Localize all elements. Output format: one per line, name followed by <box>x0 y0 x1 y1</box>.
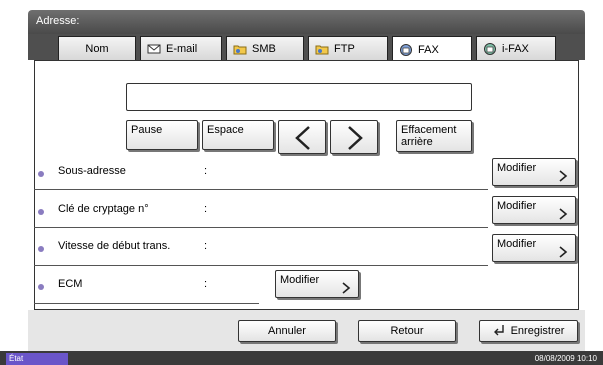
chevron-right-icon <box>343 125 367 154</box>
back-label: Retour <box>390 325 424 337</box>
ecm-colon: : <box>204 278 208 290</box>
tab-nom-label: Nom <box>85 42 109 55</box>
status-label[interactable]: État <box>6 353 68 365</box>
encryption-key-label: Clé de cryptage n° <box>58 203 149 215</box>
ecm-label: ECM <box>58 278 83 290</box>
cursor-left-button[interactable] <box>278 120 326 154</box>
tab-smb[interactable]: SMB <box>226 36 304 60</box>
tab-email[interactable]: E-mail <box>140 36 222 60</box>
ifax-icon <box>483 42 497 56</box>
status-bar <box>0 351 603 365</box>
tab-ftp[interactable]: FTP <box>308 36 388 60</box>
backspace-button[interactable]: Effacement arrière <box>396 120 472 152</box>
chevron-right-icon <box>557 170 569 182</box>
modify-label: Modifier <box>497 162 537 174</box>
tab-email-label: E-mail <box>166 42 198 55</box>
save-button[interactable]: Enregistrer <box>479 320 578 342</box>
row-bullet <box>38 209 44 215</box>
modify-label: Modifier <box>497 200 537 212</box>
fax-address-screen: Adresse: Nom E-mail SMB FTP FAX i-FAX Pa… <box>0 0 603 365</box>
encryption-key-colon: : <box>204 203 208 215</box>
subaddress-modify-button[interactable]: Modifier <box>492 158 576 186</box>
cancel-button[interactable]: Annuler <box>238 320 336 342</box>
row-divider <box>34 189 488 190</box>
row-bullet <box>38 246 44 252</box>
space-button[interactable]: Espace <box>202 120 274 150</box>
back-button[interactable]: Retour <box>358 320 456 342</box>
backspace-label-line2: arrière <box>401 136 433 148</box>
row-divider <box>34 303 259 304</box>
backspace-label-line1: Effacement <box>401 124 457 136</box>
chevron-right-icon <box>340 282 352 294</box>
row-divider <box>34 227 488 228</box>
chevron-right-icon <box>557 208 569 220</box>
header-bar: Adresse: <box>28 10 585 34</box>
tab-ifax-label: i-FAX <box>502 42 529 55</box>
subaddress-colon: : <box>204 165 208 177</box>
backspace-label: Effacement arrière <box>401 124 456 148</box>
modify-label: Modifier <box>280 274 320 286</box>
tab-fax-label: FAX <box>418 43 439 56</box>
transmission-speed-modify-button[interactable]: Modifier <box>492 234 576 262</box>
email-icon <box>147 42 161 56</box>
smb-folder-icon <box>233 42 247 56</box>
row-bullet <box>38 284 44 290</box>
cancel-label: Annuler <box>268 325 306 337</box>
pause-label: Pause <box>131 124 163 136</box>
tab-ifax[interactable]: i-FAX <box>476 36 556 60</box>
row-divider <box>34 265 488 266</box>
chevron-right-icon <box>557 246 569 258</box>
tab-ftp-label: FTP <box>334 42 355 55</box>
tab-fax[interactable]: FAX <box>392 36 472 62</box>
tab-nom[interactable]: Nom <box>58 36 136 60</box>
pause-button[interactable]: Pause <box>126 120 198 150</box>
transmission-speed-label: Vitesse de début trans. <box>58 240 171 252</box>
fax-number-field[interactable] <box>126 83 472 111</box>
encryption-key-modify-button[interactable]: Modifier <box>492 196 576 224</box>
save-label: Enregistrer <box>510 325 565 337</box>
header-title: Adresse: <box>36 15 80 27</box>
transmission-speed-colon: : <box>204 240 208 252</box>
status-datetime: 08/08/2009 10:10 <box>534 354 597 363</box>
ecm-modify-button[interactable]: Modifier <box>275 270 359 298</box>
space-label: Espace <box>207 124 244 136</box>
fax-icon <box>399 43 413 57</box>
tab-smb-label: SMB <box>252 42 276 55</box>
row-bullet <box>38 171 44 177</box>
subaddress-label: Sous-adresse <box>58 165 126 177</box>
chevron-left-icon <box>291 125 315 154</box>
cursor-right-button[interactable] <box>330 120 378 154</box>
modify-label: Modifier <box>497 238 537 250</box>
save-icon <box>493 324 505 339</box>
ftp-folder-icon <box>315 42 329 56</box>
